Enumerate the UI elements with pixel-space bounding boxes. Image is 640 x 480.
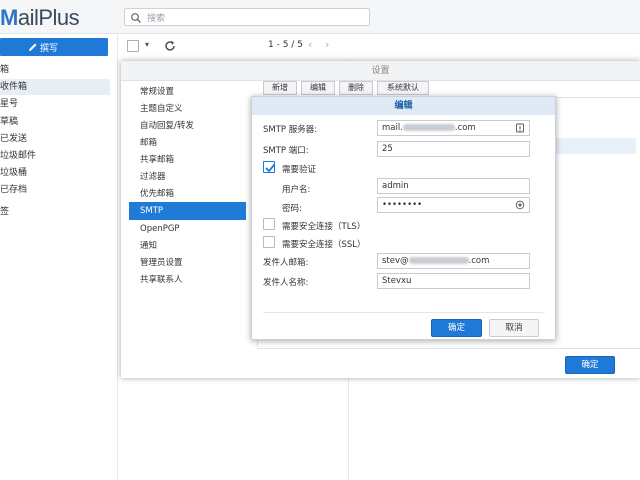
sidebar-item-inbox[interactable]: 收件箱	[0, 79, 110, 95]
settings-nav-mailbox[interactable]: 邮箱	[129, 134, 246, 152]
top-bar: MailPlus 搜索	[0, 0, 640, 34]
settings-nav-filters[interactable]: 过滤器	[129, 168, 246, 186]
dialog-divider	[263, 312, 545, 313]
auth-label: 需要验证	[282, 165, 317, 175]
auth-checkbox[interactable]	[263, 161, 276, 173]
settings-nav-theme[interactable]: 主题自定义	[129, 100, 246, 118]
pencil-icon	[29, 43, 37, 51]
sidebar: 撰写 箱 收件箱 星号 草稿 已发送 垃圾邮件 垃圾桶 已存档 签	[0, 34, 118, 480]
sender-email-prefix: stev@	[382, 256, 409, 266]
search-placeholder: 搜索	[147, 14, 166, 24]
redacted-text	[408, 257, 469, 264]
chevron-left-icon[interactable]: ‹	[308, 38, 312, 51]
smtp-port-label: SMTP 端口:	[263, 146, 309, 156]
sender-email-input[interactable]: stev@ .com	[377, 253, 530, 269]
sidebar-item-spam[interactable]: 垃圾邮件	[0, 148, 110, 164]
settings-nav-general[interactable]: 常规设置	[129, 83, 246, 101]
dialog-cancel-button[interactable]: 取消	[489, 319, 539, 337]
settings-nav-notifications[interactable]: 通知	[129, 237, 246, 255]
sender-email-label: 发件人邮箱:	[263, 258, 309, 268]
username-label: 用户名:	[282, 185, 311, 195]
smtp-server-input[interactable]: mail. .com	[377, 120, 530, 136]
password-label: 密码:	[282, 204, 302, 214]
add-button[interactable]: 新增	[263, 81, 297, 95]
delete-button[interactable]: 删除	[339, 81, 373, 95]
settings-nav-admin[interactable]: 管理员设置	[129, 254, 246, 272]
sender-email-suffix: .com	[468, 256, 490, 266]
sidebar-item-labels[interactable]: 签	[0, 204, 110, 220]
sidebar-item-drafts[interactable]: 草稿	[0, 114, 110, 130]
sidebar-item-sent[interactable]: 已发送	[0, 131, 110, 147]
compose-button[interactable]: 撰写	[0, 38, 108, 56]
settings-nav-auto-reply[interactable]: 自动回复/转发	[129, 117, 246, 135]
search-icon	[131, 13, 141, 23]
app-logo: MailPlus	[0, 5, 80, 30]
settings-ok-button[interactable]: 确定	[565, 356, 615, 374]
sender-name-label: 发件人名称:	[263, 278, 309, 288]
sidebar-item-trash[interactable]: 垃圾桶	[0, 165, 110, 181]
chevron-down-icon[interactable]: ▾	[145, 40, 149, 49]
system-default-button[interactable]: 系统默认	[377, 81, 429, 95]
settings-nav-priority[interactable]: 优先邮箱	[129, 185, 246, 203]
info-icon[interactable]	[515, 123, 525, 133]
dialog-title: 编辑	[252, 97, 555, 115]
smtp-server-prefix: mail.	[382, 123, 403, 133]
checkmark-icon	[265, 163, 276, 173]
settings-nav-openpgp[interactable]: OpenPGP	[129, 220, 246, 238]
smtp-server-label: SMTP 服务器:	[263, 125, 318, 135]
settings-footer: 确定	[257, 348, 640, 378]
password-input[interactable]: ••••••••	[377, 197, 530, 213]
edit-dialog: 编辑 SMTP 服务器: mail. .com SMTP 端口: 25 需要验证 …	[251, 96, 556, 340]
search-box[interactable]: 搜索	[124, 8, 370, 26]
settings-nav-shared-contacts[interactable]: 共享联系人	[129, 271, 246, 289]
select-all-checkbox[interactable]	[127, 40, 139, 52]
sidebar-item-mailbox[interactable]: 箱	[0, 62, 110, 78]
password-value: ••••••••	[382, 200, 423, 210]
smtp-port-input[interactable]: 25	[377, 141, 530, 157]
smtp-server-suffix: .com	[454, 123, 476, 133]
mail-toolbar: ▾ 1 - 5 / 5 ‹ ›	[118, 34, 640, 58]
dialog-ok-button[interactable]: 确定	[431, 319, 482, 337]
ssl-label: 需要安全连接（SSL）	[282, 240, 366, 250]
username-input[interactable]: admin	[377, 178, 530, 194]
pager-text: 1 - 5 / 5	[268, 40, 303, 50]
sender-name-input[interactable]: Stevxu	[377, 273, 530, 289]
redacted-text	[402, 124, 455, 131]
edit-button[interactable]: 编辑	[301, 81, 335, 95]
ssl-checkbox[interactable]	[263, 236, 275, 248]
eye-icon[interactable]	[515, 200, 525, 210]
tls-checkbox[interactable]	[263, 218, 275, 230]
settings-nav-smtp[interactable]: SMTP	[129, 202, 246, 220]
tls-label: 需要安全连接（TLS）	[282, 222, 366, 232]
table-row[interactable]	[556, 138, 636, 154]
sidebar-item-archive[interactable]: 已存档	[0, 182, 110, 198]
sidebar-item-starred[interactable]: 星号	[0, 96, 110, 112]
refresh-icon[interactable]	[163, 39, 177, 53]
settings-title: 设置	[121, 61, 640, 81]
chevron-right-icon[interactable]: ›	[325, 38, 329, 51]
settings-nav-shared-mailbox[interactable]: 共享邮箱	[129, 151, 246, 169]
compose-label: 撰写	[40, 44, 59, 54]
